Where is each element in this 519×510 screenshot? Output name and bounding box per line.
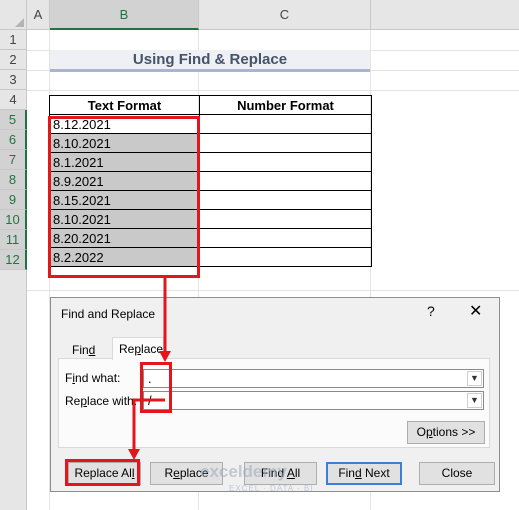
callout-arrows [128,278,171,460]
arrow-head-down-icon [128,449,140,460]
arrow-head-down-icon [159,351,171,362]
arrow-line-to-replace-all [132,398,165,452]
